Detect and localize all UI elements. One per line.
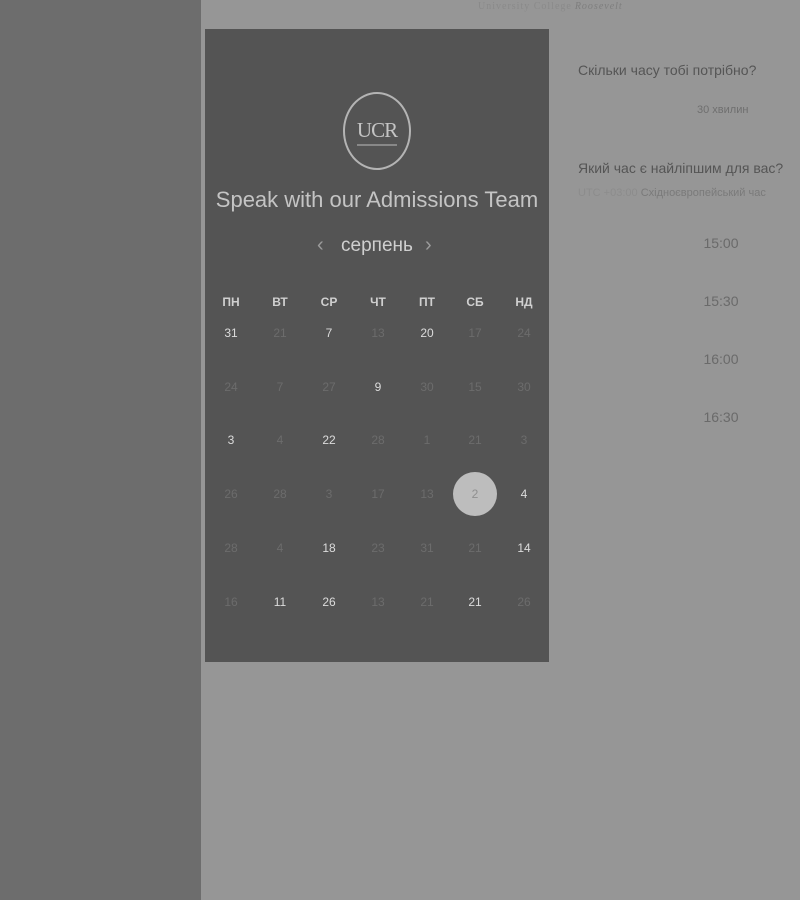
- calendar-day[interactable]: 31: [211, 326, 251, 340]
- calendar-day[interactable]: 26: [309, 595, 349, 609]
- calendar-day[interactable]: 3: [309, 487, 349, 501]
- calendar-day[interactable]: 13: [358, 326, 398, 340]
- calendar-day[interactable]: 26: [211, 487, 251, 501]
- ucr-logo: UCR: [343, 92, 411, 170]
- calendar-day[interactable]: 18: [309, 541, 349, 555]
- calendar-day[interactable]: 17: [455, 326, 495, 340]
- month-label: серпень: [341, 235, 413, 256]
- calendar-day[interactable]: 21: [260, 326, 300, 340]
- timezone-offset: UTC +03:00: [578, 187, 638, 199]
- calendar-day[interactable]: 30: [504, 380, 544, 394]
- calendar-day[interactable]: 27: [309, 380, 349, 394]
- weekday-header: ЧТ: [370, 295, 386, 309]
- calendar-day[interactable]: 13: [358, 595, 398, 609]
- weekday-header: НД: [515, 295, 533, 309]
- calendar-day[interactable]: 7: [309, 326, 349, 340]
- brand-line-a: University College: [478, 1, 572, 12]
- weekday-header: ПТ: [419, 295, 435, 309]
- timezone-name: Східноєвропейський час: [640, 187, 766, 199]
- calendar-day[interactable]: 17: [358, 487, 398, 501]
- time-slot[interactable]: 16:00: [690, 351, 752, 367]
- calendar-day[interactable]: 13: [407, 487, 447, 501]
- calendar-day[interactable]: 4: [260, 433, 300, 447]
- time-question: Який час є найліпшим для вас?: [578, 160, 784, 176]
- calendar-day[interactable]: 28: [358, 433, 398, 447]
- calendar-day[interactable]: 30: [407, 380, 447, 394]
- calendar-day[interactable]: 21: [407, 595, 447, 609]
- calendar-day[interactable]: 14: [504, 541, 544, 555]
- calendar-day[interactable]: 20: [407, 326, 447, 340]
- calendar-day[interactable]: 22: [309, 433, 349, 447]
- calendar-day[interactable]: 15: [455, 380, 495, 394]
- weekday-header: ПН: [222, 295, 240, 309]
- timezone-selector[interactable]: UTC +03:00 Східноєвропейський час: [578, 187, 766, 199]
- weekday-header: СБ: [466, 295, 484, 309]
- calendar-day[interactable]: 4: [504, 487, 544, 501]
- calendar-day[interactable]: 21: [455, 433, 495, 447]
- calendar-day[interactable]: 24: [211, 380, 251, 394]
- scheduling-panel: UCR Speak with our Admissions Team ‹ сер…: [205, 29, 549, 662]
- logo-underline: [357, 144, 397, 146]
- month-navigation: ‹ серпень ›: [205, 234, 549, 262]
- left-sidebar: [0, 0, 201, 900]
- weekday-header: СР: [320, 295, 338, 309]
- chevron-right-icon[interactable]: ›: [425, 234, 432, 256]
- calendar-day[interactable]: 4: [260, 541, 300, 555]
- logo-text: UCR: [356, 118, 398, 142]
- calendar-day[interactable]: 7: [260, 380, 300, 394]
- calendar-day[interactable]: 16: [211, 595, 251, 609]
- calendar-day[interactable]: 31: [407, 541, 447, 555]
- brand-line-b: Roosevelt: [574, 1, 623, 12]
- weekday-header: ВТ: [272, 295, 288, 309]
- duration-value[interactable]: 30 хвилин: [697, 104, 748, 116]
- calendar-day[interactable]: 28: [260, 487, 300, 501]
- calendar-day[interactable]: 23: [358, 541, 398, 555]
- calendar-day[interactable]: 21: [455, 595, 495, 609]
- calendar-day[interactable]: 21: [455, 541, 495, 555]
- time-slot[interactable]: 15:00: [690, 235, 752, 251]
- calendar-day[interactable]: 1: [407, 433, 447, 447]
- time-slot[interactable]: 16:30: [690, 409, 752, 425]
- calendar-day[interactable]: 28: [211, 541, 251, 555]
- selected-day[interactable]: 2: [453, 472, 497, 516]
- calendar-day[interactable]: 3: [504, 433, 544, 447]
- calendar-day[interactable]: 24: [504, 326, 544, 340]
- duration-question: Скільки часу тобі потрібно?: [578, 62, 757, 78]
- calendar-day[interactable]: 3: [211, 433, 251, 447]
- calendar-day[interactable]: 26: [504, 595, 544, 609]
- panel-title: Speak with our Admissions Team: [215, 187, 539, 212]
- calendar-day[interactable]: 9: [358, 380, 398, 394]
- brand-header: University College Roosevelt: [478, 1, 623, 12]
- calendar-day[interactable]: 11: [260, 595, 300, 609]
- time-slot[interactable]: 15:30: [690, 293, 752, 309]
